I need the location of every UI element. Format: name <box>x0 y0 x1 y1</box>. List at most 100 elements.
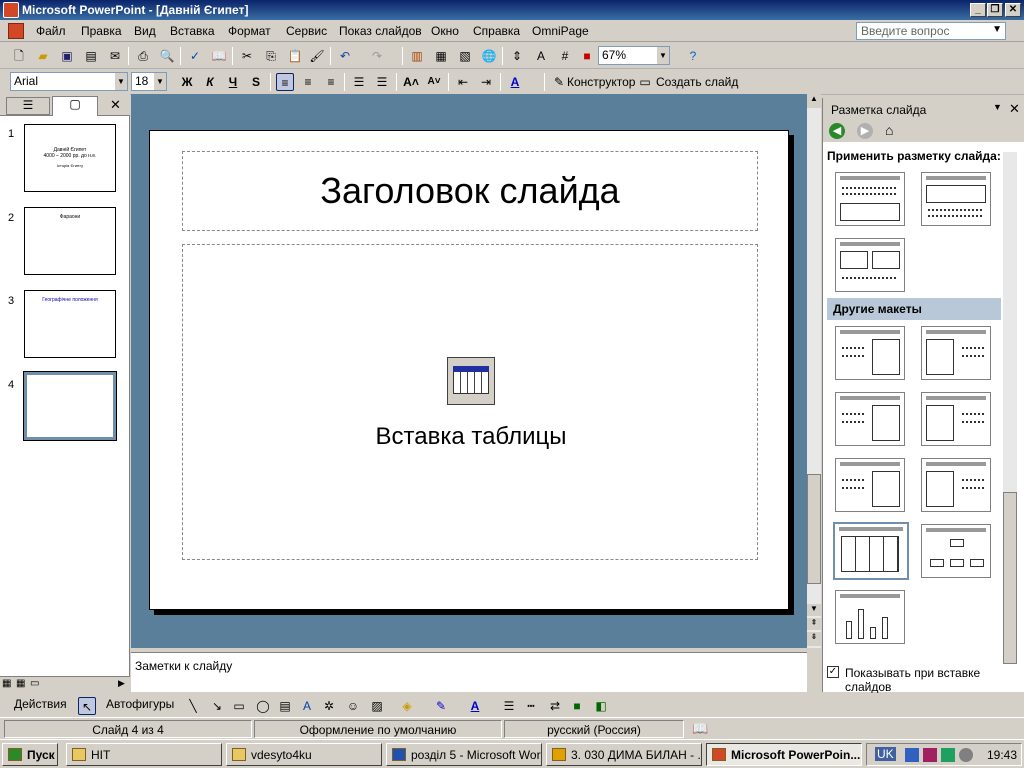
font-color-icon[interactable]: A <box>506 73 524 91</box>
layout-media-text[interactable] <box>921 458 991 512</box>
home-icon[interactable]: ⌂ <box>885 122 893 138</box>
help-search-input[interactable]: Введите вопрос ▼ <box>856 22 1006 40</box>
shadow-button[interactable]: S <box>247 73 265 91</box>
slides-tab[interactable]: ▢ <box>52 96 98 116</box>
taskbar-item-music[interactable]: 3. 030 ДИМА БИЛАН - ... <box>546 743 702 766</box>
cut-icon[interactable]: ✂ <box>238 47 256 65</box>
layout-text-chart[interactable] <box>835 392 905 446</box>
textbox-icon[interactable]: ▤ <box>276 697 294 715</box>
permission-icon[interactable]: ▤ <box>82 47 100 65</box>
layout-text-media[interactable] <box>835 458 905 512</box>
close-icon[interactable]: ✕ <box>110 97 121 113</box>
designer-button[interactable]: Конструктор <box>567 75 635 89</box>
text-color-icon[interactable]: A <box>466 697 484 715</box>
menu-help[interactable]: Справка <box>473 24 520 38</box>
paste-icon[interactable]: 📋 <box>286 47 304 65</box>
designer-icon[interactable]: ✎ <box>550 73 568 91</box>
menu-window[interactable]: Окно <box>431 24 459 38</box>
scroll-right-icon[interactable]: ▶ <box>118 678 125 689</box>
select-pointer-icon[interactable]: ↖ <box>78 697 96 715</box>
email-icon[interactable]: ✉ <box>106 47 124 65</box>
normal-view-icon[interactable]: ▦ <box>2 678 11 689</box>
notes-pane[interactable]: Заметки к слайду <box>131 652 807 692</box>
align-right-icon[interactable]: ≡ <box>322 73 340 91</box>
tables-borders-icon[interactable]: ▧ <box>456 47 474 65</box>
undo-icon[interactable]: ↶ <box>336 47 354 65</box>
close-button[interactable]: ✕ <box>1005 3 1021 17</box>
layout-content-text[interactable] <box>921 172 991 226</box>
new-slide-button[interactable]: Создать слайд <box>656 75 738 89</box>
layout-table[interactable] <box>833 522 909 580</box>
chevron-down-icon[interactable]: ▼ <box>657 47 669 64</box>
spelling-status-icon[interactable]: 📖 <box>692 721 708 737</box>
bullets-icon[interactable]: ☰ <box>373 73 391 91</box>
italic-button[interactable]: К <box>201 73 219 91</box>
forward-icon[interactable]: ▶ <box>857 123 873 139</box>
shadow-style-icon[interactable]: ■ <box>568 697 586 715</box>
slideshow-view-icon[interactable]: ▭ <box>30 678 39 689</box>
expand-icon[interactable]: ⇕ <box>508 47 526 65</box>
menu-insert[interactable]: Вставка <box>170 24 215 38</box>
rectangle-icon[interactable]: ▭ <box>230 697 248 715</box>
fill-color-icon[interactable]: ◈ <box>398 697 416 715</box>
layout-text-clipart[interactable] <box>835 326 905 380</box>
menu-format[interactable]: Формат <box>228 24 271 38</box>
print-icon[interactable]: ⎙ <box>134 47 152 65</box>
show-formatting-icon[interactable]: A <box>532 47 550 65</box>
start-button[interactable]: Пуск <box>2 743 58 766</box>
arrow-style-icon[interactable]: ⇄ <box>546 697 564 715</box>
line-color-icon[interactable]: ✎ <box>432 697 450 715</box>
tray-icon[interactable] <box>959 748 973 762</box>
layout-org-chart[interactable] <box>921 524 991 578</box>
color-grayscale-icon[interactable]: ■ <box>578 47 596 65</box>
actions-menu[interactable]: Действия <box>14 697 67 711</box>
next-slide-icon[interactable]: ⇟ <box>807 632 821 646</box>
oval-icon[interactable]: ◯ <box>254 697 272 715</box>
3d-style-icon[interactable]: ◧ <box>592 697 610 715</box>
format-painter-icon[interactable]: 🖌 <box>308 47 326 65</box>
spelling-icon[interactable]: ✓ <box>186 47 204 65</box>
chart-icon[interactable]: ▥ <box>408 47 426 65</box>
scroll-up-icon[interactable]: ▲ <box>807 94 821 108</box>
menu-slideshow[interactable]: Показ слайдов <box>339 24 422 38</box>
taskbar-item-powerpoint[interactable]: Microsoft PowerPoin... <box>706 743 862 766</box>
vertical-scrollbar[interactable]: ▲ ▼ ⇞ ⇟ <box>807 94 821 648</box>
copy-icon[interactable]: ⎘ <box>262 47 280 65</box>
grid-icon[interactable]: # <box>556 47 574 65</box>
new-icon[interactable]: 🗋 <box>10 47 28 65</box>
slide-thumbnail-3[interactable]: Географічне положення <box>24 290 116 358</box>
taskbar-item-word[interactable]: розділ 5 - Microsoft Word <box>386 743 542 766</box>
taskbar-item-vdesyto4ku[interactable]: vdesyto4ku <box>226 743 382 766</box>
diagram-icon[interactable]: ✲ <box>320 697 338 715</box>
align-left-icon[interactable]: ≡ <box>276 73 294 91</box>
zoom-select[interactable]: 67% ▼ <box>598 46 670 65</box>
layout-two-content-text[interactable] <box>835 238 905 292</box>
redo-icon[interactable]: ↷ <box>368 47 386 65</box>
sorter-view-icon[interactable]: ▦ <box>16 678 25 689</box>
taskbar-item-hit[interactable]: HIT <box>66 743 222 766</box>
layout-text-content[interactable] <box>835 172 905 226</box>
task-pane-scrollbar[interactable] <box>1003 152 1017 664</box>
print-preview-icon[interactable]: 🔍 <box>158 47 176 65</box>
close-icon[interactable]: ✕ <box>1009 101 1020 117</box>
new-slide-icon[interactable]: ▭ <box>636 73 654 91</box>
save-icon[interactable]: ▣ <box>58 47 76 65</box>
content-placeholder[interactable]: Вставка таблицы <box>182 244 758 560</box>
clipart-icon[interactable]: ☺ <box>344 697 362 715</box>
tray-icon[interactable] <box>905 748 919 762</box>
insert-table-icon[interactable] <box>447 357 495 405</box>
table-icon[interactable]: ▦ <box>432 47 450 65</box>
slide-thumbnail-4[interactable] <box>23 371 117 441</box>
chevron-down-icon[interactable]: ▼ <box>993 102 1002 112</box>
slide-thumbnail-1[interactable]: Давній Єгипет 4000 – 2000 рр. до н.е. Іс… <box>24 124 116 192</box>
help-icon[interactable]: ? <box>684 47 702 65</box>
increase-font-icon[interactable]: A˄ <box>402 73 420 91</box>
chevron-down-icon[interactable]: ▼ <box>154 73 166 90</box>
line-icon[interactable]: ╲ <box>184 697 202 715</box>
align-center-icon[interactable]: ≡ <box>299 73 317 91</box>
numbering-icon[interactable]: ☰ <box>350 73 368 91</box>
language-indicator[interactable]: UK <box>875 747 896 761</box>
autoshapes-menu[interactable]: Автофигуры <box>106 697 174 711</box>
decrease-indent-icon[interactable]: ⇤ <box>454 73 472 91</box>
increase-indent-icon[interactable]: ⇥ <box>477 73 495 91</box>
